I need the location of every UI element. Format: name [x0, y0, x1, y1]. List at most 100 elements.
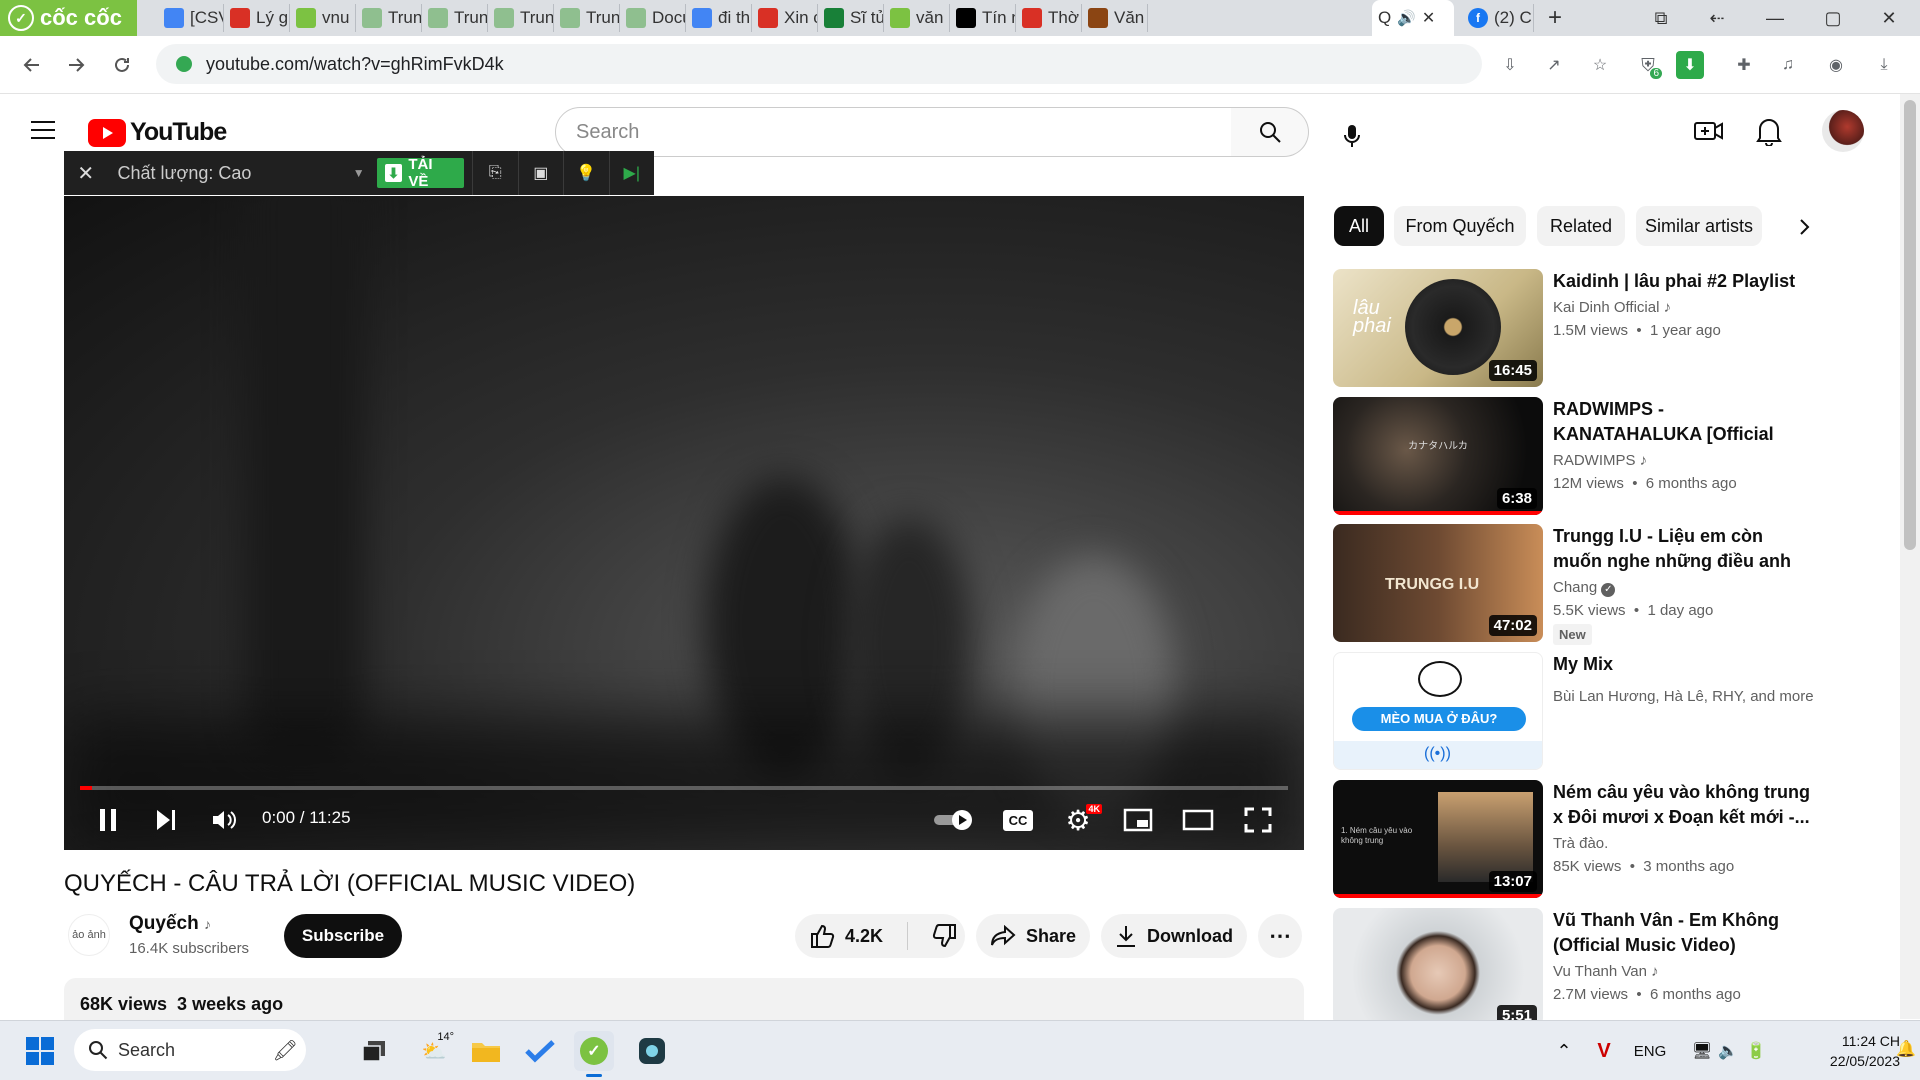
recommendation-title[interactable]: Ném câu yêu vào không trung x Đôi mươi x…: [1553, 780, 1813, 830]
browser-tab[interactable]: Tín n: [950, 4, 1016, 32]
more-actions-button[interactable]: ⋯: [1258, 914, 1302, 958]
captions-button[interactable]: CC: [1000, 800, 1036, 840]
recommendation-title[interactable]: Trungg I.U - Liệu em còn muốn nghe những…: [1553, 524, 1813, 574]
browser-tab[interactable]: Trun: [422, 4, 488, 32]
progress-bar[interactable]: [80, 786, 1288, 790]
browser-tab[interactable]: Trun: [356, 4, 422, 32]
recommendation-title[interactable]: Kaidinh | lâu phai #2 Playlist: [1553, 269, 1813, 294]
browser-tab[interactable]: Xin c: [752, 4, 818, 32]
recommendation-channel[interactable]: Kai Dinh Official ♪: [1553, 299, 1671, 316]
taskbar-clock[interactable]: 11:24 CH 22/05/2023: [1780, 1031, 1900, 1071]
recommendation-item[interactable]: TRUNGG I.U 47:02 Trungg I.U - Liệu em cò…: [1333, 524, 1833, 645]
chips-next-button[interactable]: [1790, 212, 1820, 242]
file-explorer-icon[interactable]: [466, 1031, 506, 1071]
menu-icon[interactable]: [30, 120, 56, 140]
next-button[interactable]: [148, 800, 184, 840]
like-button[interactable]: 4.2K: [809, 923, 883, 949]
browser-tab[interactable]: Thờ: [1016, 4, 1082, 32]
browser-tab[interactable]: [CSV: [158, 4, 224, 32]
weather-widget[interactable]: ⛅ 14°: [414, 1031, 454, 1071]
lightbulb-icon[interactable]: 💡: [563, 151, 608, 195]
recommendation-title[interactable]: Vũ Thanh Vân - Em Không (Official Music …: [1553, 908, 1813, 958]
recommendation-channel[interactable]: RADWIMPS ♪: [1553, 452, 1647, 469]
skip-next-green-icon[interactable]: ▶|: [608, 151, 654, 195]
recommendation-item[interactable]: lâu phai 16:45 Kaidinh | lâu phai #2 Pla…: [1333, 269, 1833, 387]
coccoc-taskbar-icon[interactable]: ✓: [574, 1031, 614, 1077]
shield-extension-icon[interactable]: ⛨ 6: [1634, 51, 1662, 79]
recommendation-channel[interactable]: Bùi Lan Hương, Hà Lê, RHY, and more: [1553, 688, 1814, 705]
downloads-icon[interactable]: ⤓: [1870, 51, 1898, 79]
browser-tab[interactable]: Docu: [620, 4, 686, 32]
recommendation-channel[interactable]: Trà đào.: [1553, 835, 1608, 852]
browser-tab[interactable]: Trun: [488, 4, 554, 32]
input-language[interactable]: ENG: [1630, 1031, 1670, 1071]
minimize-button[interactable]: —: [1752, 0, 1798, 36]
autoplay-toggle[interactable]: [930, 800, 978, 840]
search-button[interactable]: [1231, 107, 1309, 157]
recommendation-item[interactable]: 5:51 Vũ Thanh Vân - Em Không (Official M…: [1333, 908, 1833, 1020]
browser-tab[interactable]: Văn: [1082, 4, 1148, 32]
miniplayer-button[interactable]: [1120, 800, 1156, 840]
back-arrow-icon[interactable]: ⇠: [1694, 0, 1740, 36]
forward-button[interactable]: [58, 47, 94, 83]
task-view-icon[interactable]: [354, 1031, 394, 1071]
share-icon[interactable]: ↗: [1540, 51, 1568, 79]
quality-select[interactable]: Chất lượng: Cao ▼: [107, 163, 364, 184]
tab-search-icon[interactable]: ⧉: [1638, 0, 1684, 36]
video-thumbnail[interactable]: MÈO MUA Ở ĐÂU? ((•)): [1333, 652, 1543, 770]
save-file-icon[interactable]: ⎘: [472, 151, 517, 195]
recommendation-channel[interactable]: Chang ✓: [1553, 579, 1616, 597]
battery-icon[interactable]: 🔋: [1736, 1031, 1776, 1071]
tab-active[interactable]: Q 🔊 ✕: [1372, 0, 1454, 36]
video-thumbnail[interactable]: 1. Ném câu yêu vào không trung 13:07: [1333, 780, 1543, 898]
todo-app-icon[interactable]: [520, 1031, 560, 1071]
page-scrollbar[interactable]: [1900, 94, 1920, 1019]
tab-close-icon[interactable]: ✕: [1422, 8, 1435, 28]
volume-button[interactable]: [206, 800, 242, 840]
recommendation-channel[interactable]: Vu Thanh Van ♪: [1553, 963, 1659, 980]
chip-from-channel[interactable]: From Quyếch: [1394, 206, 1526, 246]
download-extension-icon[interactable]: ⬇: [1676, 51, 1704, 79]
taskbar-search[interactable]: Search 🖍: [74, 1029, 306, 1071]
video-thumbnail[interactable]: lâu phai 16:45: [1333, 269, 1543, 387]
search-input[interactable]: Search: [555, 107, 1232, 157]
url-field[interactable]: youtube.com/watch?v=ghRimFvkD4k: [156, 44, 1482, 84]
close-downloader-icon[interactable]: ✕: [64, 151, 107, 195]
video-thumbnail[interactable]: カナタハルカ 6:38: [1333, 397, 1543, 515]
camera-app-icon[interactable]: [632, 1031, 672, 1071]
voice-search-button[interactable]: [1332, 116, 1372, 156]
browser-tab[interactable]: vnu: [290, 4, 356, 32]
create-video-button[interactable]: [1694, 118, 1724, 144]
browser-logo[interactable]: ✓ cốc cốc: [0, 0, 137, 36]
bookmark-star-icon[interactable]: ☆: [1586, 51, 1614, 79]
fullscreen-button[interactable]: [1238, 800, 1278, 840]
recommendation-title[interactable]: RADWIMPS - KANATAHALUKA [Official Music …: [1553, 397, 1813, 447]
channel-name[interactable]: Quyếch: [129, 913, 199, 934]
pause-button[interactable]: [90, 800, 126, 840]
browser-tab[interactable]: Lý gi: [224, 4, 290, 32]
puzzle-extensions-icon[interactable]: ✚: [1730, 51, 1758, 79]
tab-facebook[interactable]: f (2) C: [1462, 4, 1534, 32]
downloader-download-button[interactable]: ⬇ TẢI VỀ: [376, 156, 465, 190]
theater-mode-button[interactable]: [1178, 800, 1218, 840]
video-thumbnail[interactable]: 5:51: [1333, 908, 1543, 1020]
recommendation-item[interactable]: MÈO MUA Ở ĐÂU? ((•)) My Mix Bùi Lan Hươn…: [1333, 652, 1833, 770]
new-tab-button[interactable]: +: [1532, 0, 1578, 36]
user-avatar[interactable]: [1822, 110, 1864, 152]
video-thumbnail[interactable]: TRUNGG I.U 47:02: [1333, 524, 1543, 642]
chip-related[interactable]: Related: [1537, 206, 1625, 246]
profile-icon[interactable]: ◉: [1822, 51, 1850, 79]
maximize-button[interactable]: ▢: [1810, 0, 1856, 36]
dislike-button[interactable]: [932, 923, 958, 949]
windows-start-button[interactable]: [20, 1031, 60, 1071]
close-window-button[interactable]: ✕: [1866, 0, 1912, 36]
channel-avatar[interactable]: ảo ảnh: [68, 914, 110, 956]
chip-similar-artists[interactable]: Similar artists: [1636, 206, 1762, 246]
recommendation-item[interactable]: 1. Ném câu yêu vào không trung 13:07 Ném…: [1333, 780, 1833, 898]
back-button[interactable]: [14, 47, 50, 83]
browser-tab[interactable]: văn: [884, 4, 950, 32]
settings-button[interactable]: ⚙ 4K: [1060, 800, 1102, 840]
browser-tab[interactable]: Trun: [554, 4, 620, 32]
notifications-button[interactable]: [1756, 116, 1782, 146]
recommendation-title[interactable]: My Mix: [1553, 652, 1813, 677]
